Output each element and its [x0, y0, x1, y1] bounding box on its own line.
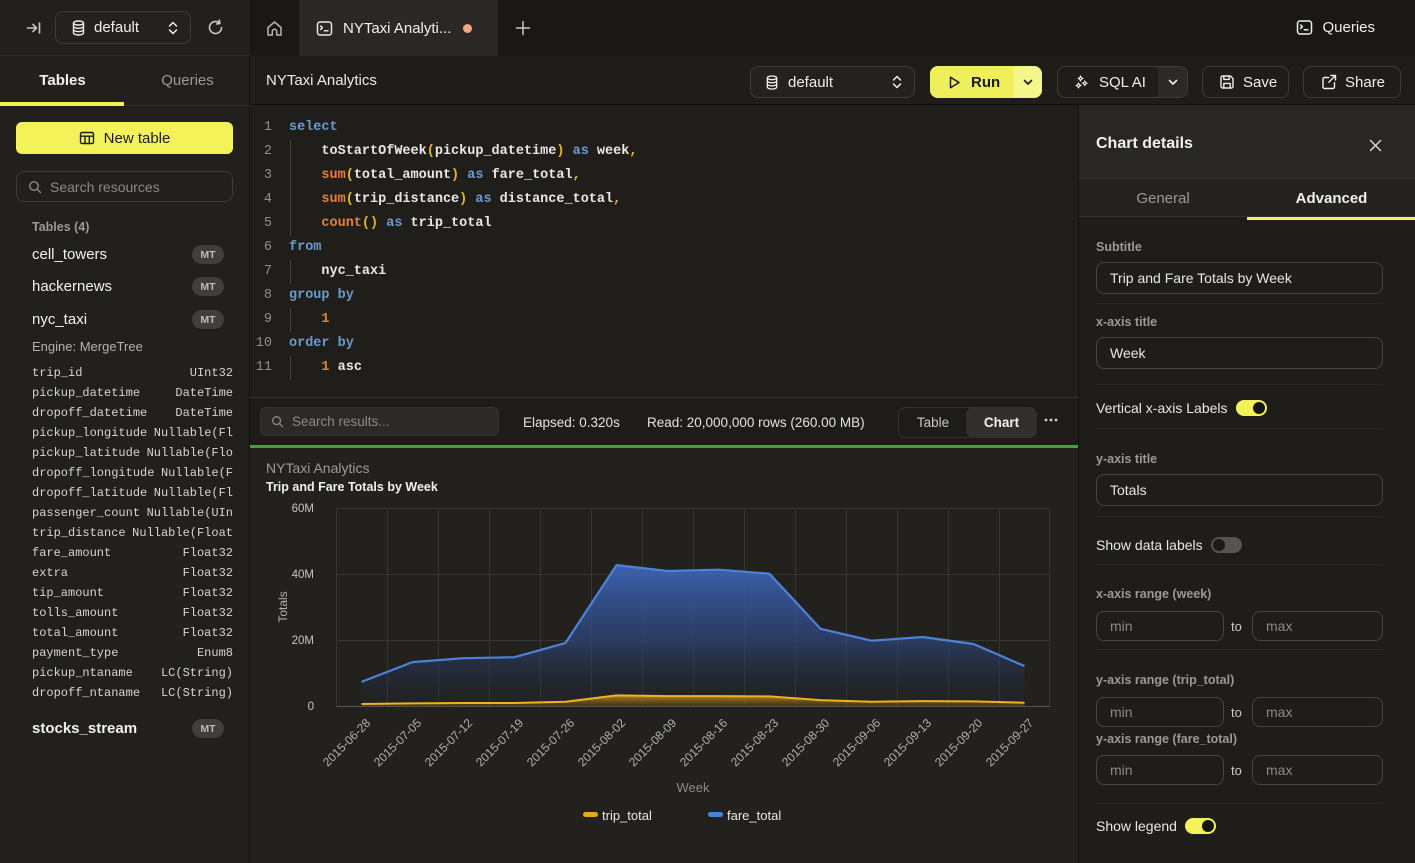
svg-text:0: 0: [308, 701, 314, 713]
svg-text:2015-07-26: 2015-07-26: [524, 716, 578, 770]
svg-text:2015-08-02: 2015-08-02: [575, 716, 629, 770]
svg-text:2015-07-19: 2015-07-19: [473, 716, 527, 770]
svg-text:Week: Week: [677, 780, 710, 795]
svg-text:2015-09-20: 2015-09-20: [932, 716, 986, 770]
svg-text:2015-07-12: 2015-07-12: [422, 716, 476, 770]
svg-text:20M: 20M: [292, 635, 314, 647]
svg-text:2015-08-30: 2015-08-30: [779, 716, 833, 770]
svg-text:2015-08-23: 2015-08-23: [728, 716, 782, 770]
svg-text:2015-08-16: 2015-08-16: [677, 716, 731, 770]
svg-text:trip_total: trip_total: [602, 808, 652, 823]
svg-text:2015-09-06: 2015-09-06: [830, 716, 884, 770]
svg-text:2015-09-27: 2015-09-27: [983, 716, 1037, 770]
svg-text:2015-08-09: 2015-08-09: [626, 716, 680, 770]
svg-text:Totals: Totals: [276, 591, 290, 622]
svg-text:2015-06-28: 2015-06-28: [320, 716, 374, 770]
svg-text:40M: 40M: [292, 569, 314, 581]
svg-text:2015-09-13: 2015-09-13: [881, 716, 935, 770]
svg-text:2015-07-05: 2015-07-05: [371, 716, 425, 770]
svg-text:fare_total: fare_total: [727, 808, 781, 823]
svg-text:60M: 60M: [292, 503, 314, 515]
